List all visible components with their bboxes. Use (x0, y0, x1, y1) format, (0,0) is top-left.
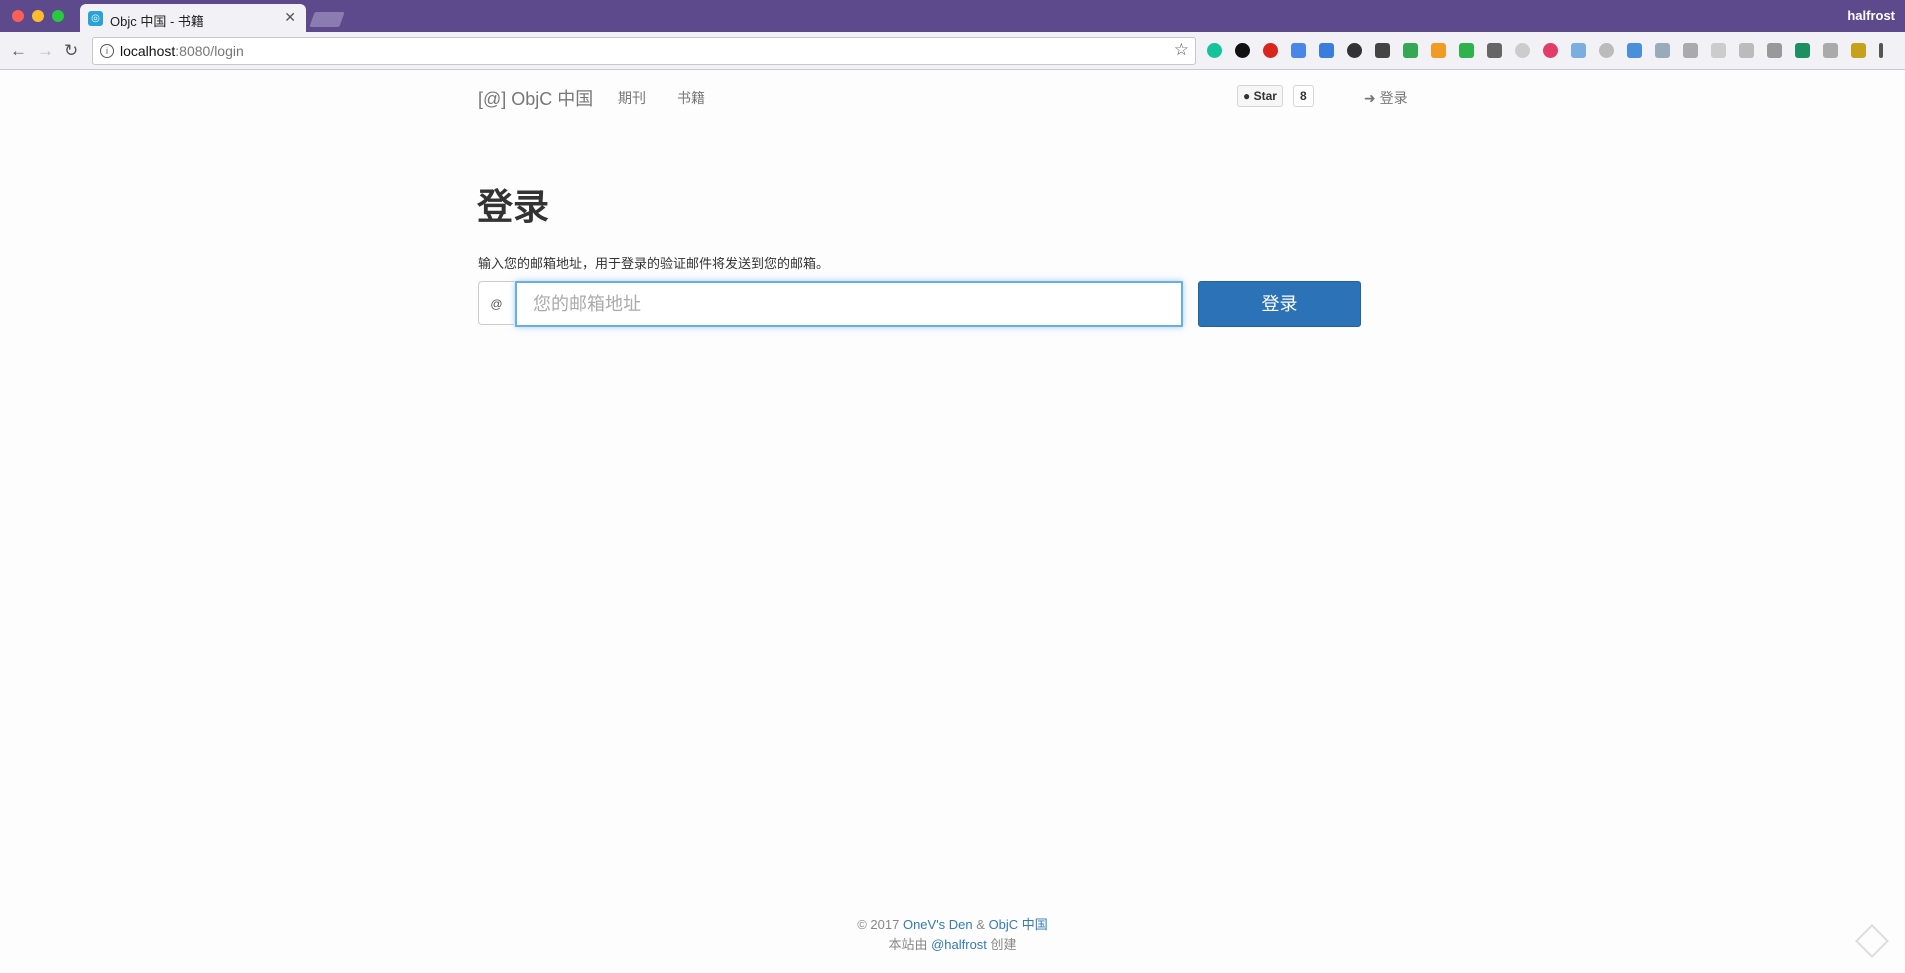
footer: © 2017 OneV's Den & ObjC 中国 本站由 @halfros… (0, 915, 1905, 955)
url-text: localhost:8080/login (120, 43, 244, 59)
sign-in-icon: ➜ (1364, 90, 1376, 106)
tab-title: Objc 中国 - 书籍 (110, 14, 204, 29)
bookmark-star-icon[interactable]: ☆ (1174, 40, 1189, 60)
credit-prefix: 本站由 (888, 937, 928, 952)
at-icon: @ (478, 281, 514, 325)
browser-tab[interactable]: ◎ Objc 中国 - 书籍 ✕ (80, 4, 306, 32)
maximize-window-button[interactable] (52, 10, 64, 22)
author-link[interactable]: @halfrost (931, 937, 987, 952)
nav-login-label: 登录 (1379, 90, 1408, 106)
github-star-label: Star (1253, 89, 1277, 103)
email-field[interactable] (515, 281, 1183, 327)
menu-icon[interactable] (1879, 43, 1883, 58)
nav-link-issues[interactable]: 期刊 (618, 88, 646, 108)
bookmark-icon[interactable] (1571, 43, 1586, 58)
circle-icon[interactable] (1599, 43, 1614, 58)
github-star-button[interactable]: ● Star (1237, 85, 1283, 107)
image-icon[interactable] (1851, 43, 1866, 58)
adblock-icon[interactable] (1263, 43, 1278, 58)
info-icon[interactable]: i (100, 44, 114, 58)
ext4-icon[interactable] (1767, 43, 1782, 58)
ext2-icon[interactable] (1711, 43, 1726, 58)
feedly-icon[interactable] (1487, 43, 1502, 58)
translate-icon[interactable] (1291, 43, 1306, 58)
vue-icon[interactable] (1795, 43, 1810, 58)
nav-link-books[interactable]: 书籍 (677, 88, 705, 108)
nav-login-link[interactable]: ➜ 登录 (1364, 88, 1408, 108)
ext5-icon[interactable] (1823, 43, 1838, 58)
footer-line-1: © 2017 OneV's Den & ObjC 中国 (0, 915, 1905, 935)
profile-name[interactable]: halfrost (1847, 8, 1895, 23)
browser-toolbar: ← → ↻ i localhost:8080/login ☆ (0, 32, 1905, 70)
back-icon[interactable]: ← (10, 41, 27, 61)
record-icon[interactable] (1235, 43, 1250, 58)
login-button[interactable]: 登录 (1198, 281, 1361, 327)
page-title: 登录 (477, 186, 550, 227)
grammarly-icon[interactable] (1207, 43, 1222, 58)
forward-icon[interactable]: → (37, 41, 54, 61)
reload-icon[interactable]: ↻ (64, 41, 78, 61)
calendar-icon[interactable] (1319, 43, 1334, 58)
drive-icon[interactable] (1403, 43, 1418, 58)
credit-suffix: 创建 (990, 937, 1017, 952)
rss-icon[interactable] (1683, 43, 1698, 58)
screen-icon[interactable] (1627, 43, 1642, 58)
settings-icon[interactable] (1655, 43, 1670, 58)
brand-link[interactable]: [@] ObjC 中国 (478, 85, 593, 111)
pocket-icon[interactable] (1375, 43, 1390, 58)
objc-china-link[interactable]: ObjC 中国 (989, 917, 1048, 932)
footer-line-2: 本站由 @halfrost 创建 (0, 935, 1905, 955)
minimize-window-button[interactable] (32, 10, 44, 22)
shield-icon[interactable] (1459, 43, 1474, 58)
ampersand: & (976, 917, 985, 932)
login-description: 输入您的邮箱地址，用于登录的验证邮件将发送到您的邮箱。 (478, 256, 830, 271)
toggl-icon[interactable] (1543, 43, 1558, 58)
ext-icon[interactable] (1515, 43, 1530, 58)
close-window-button[interactable] (12, 10, 24, 22)
onev-den-link[interactable]: OneV's Den (903, 917, 973, 932)
address-bar[interactable]: i localhost:8080/login ☆ (92, 37, 1196, 65)
power-icon[interactable] (1347, 43, 1362, 58)
site-navbar: [@] ObjC 中国 期刊 书籍 ● Star 8 ➜ 登录 (478, 85, 1413, 109)
tab-close-icon[interactable]: ✕ (284, 9, 296, 26)
copyright: © 2017 (857, 917, 900, 932)
ext3-icon[interactable] (1739, 43, 1754, 58)
github-star-count[interactable]: 8 (1293, 85, 1314, 107)
browser-titlebar: ◎ Objc 中国 - 书籍 ✕ halfrost (0, 0, 1905, 32)
github-icon: ● (1243, 89, 1251, 103)
objc-favicon-icon: ◎ (88, 11, 103, 26)
new-tab-button[interactable] (309, 12, 345, 27)
notes-icon[interactable] (1431, 43, 1446, 58)
